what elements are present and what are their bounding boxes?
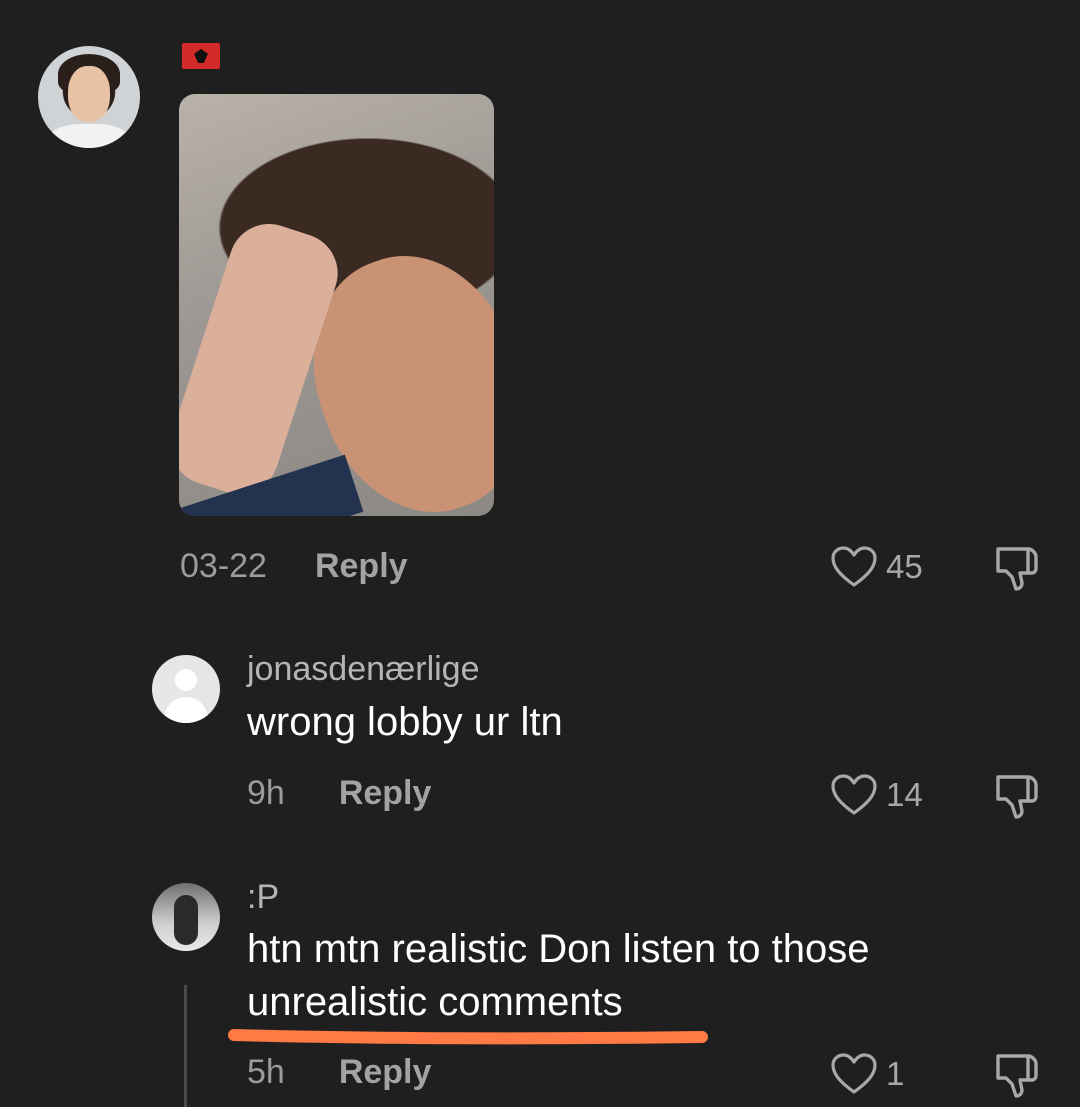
reply-text: wrong lobby ur ltn — [247, 700, 563, 744]
comment-date: 03-22 — [180, 547, 267, 585]
reply-time: 9h — [247, 774, 285, 812]
like-button[interactable]: 45 — [830, 545, 923, 589]
reply-meta: 5h Reply — [247, 1053, 431, 1092]
heart-icon — [831, 546, 877, 587]
like-count: 1 — [886, 1055, 905, 1092]
like-count: 45 — [886, 548, 923, 585]
reply-button[interactable]: Reply — [339, 1053, 432, 1092]
reply-username[interactable]: :P — [247, 878, 279, 917]
reply-text-line-1: htn mtn realistic Don listen to those — [247, 927, 870, 971]
user-avatar[interactable] — [38, 46, 140, 148]
like-count: 14 — [886, 776, 923, 813]
reply-meta: 9h Reply — [247, 774, 431, 813]
thread-line — [184, 985, 187, 1107]
comment-meta: 03-22 Reply — [180, 547, 408, 586]
heart-icon — [831, 1053, 877, 1094]
like-button[interactable]: 1 — [830, 1052, 904, 1096]
highlight-underline — [228, 1029, 708, 1045]
user-avatar[interactable] — [152, 883, 220, 951]
albania-flag-icon — [182, 43, 220, 69]
reply-button[interactable]: Reply — [339, 774, 432, 813]
user-avatar-default[interactable] — [152, 655, 220, 723]
dislike-icon[interactable] — [992, 543, 1042, 593]
reply-button[interactable]: Reply — [315, 547, 408, 586]
reply-username[interactable]: jonasdenærlige — [247, 650, 480, 689]
like-button[interactable]: 14 — [830, 773, 923, 817]
reply-text-line-2: unrealistic comments — [247, 980, 623, 1024]
comment-photo[interactable] — [179, 94, 494, 516]
heart-icon — [831, 774, 877, 815]
dislike-icon[interactable] — [992, 771, 1042, 821]
comment-thread: 03-22 Reply 45 jonasdenærlige wrong lobb… — [0, 0, 1080, 1107]
reply-time: 5h — [247, 1053, 285, 1091]
dislike-icon[interactable] — [992, 1050, 1042, 1100]
